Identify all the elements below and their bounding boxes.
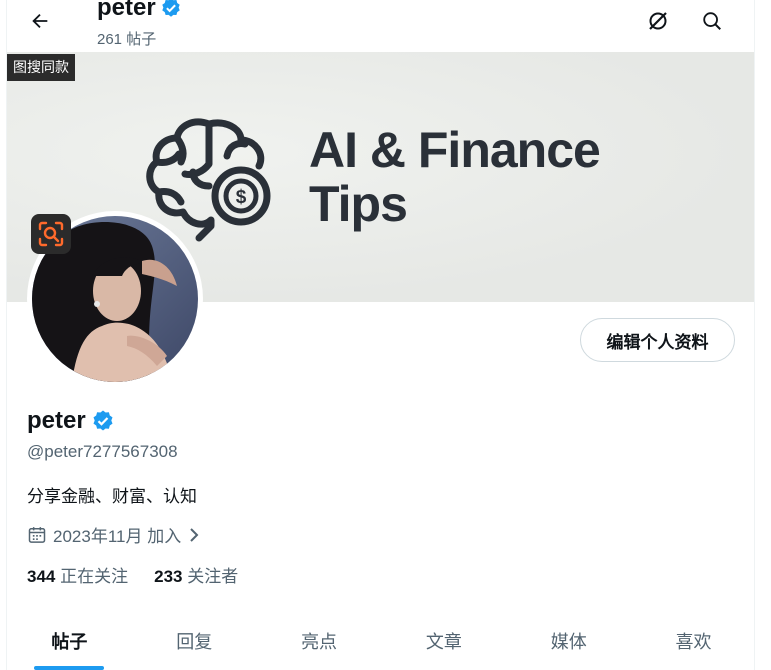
- arrow-left-icon: [32, 13, 48, 29]
- profile-bio: 分享金融、财富、认知: [27, 487, 197, 506]
- search-button[interactable]: [695, 4, 729, 38]
- followers-count: 233: [154, 567, 183, 586]
- banner-subtitle: Tips: [309, 176, 408, 232]
- svg-text:$: $: [236, 187, 247, 208]
- tab-articles[interactable]: 文章: [381, 610, 506, 670]
- tab-label: 文章: [425, 632, 462, 652]
- image-search-icon: [38, 221, 64, 247]
- joined-date[interactable]: 2023年11月 加入: [27, 522, 201, 547]
- header-name: peter: [97, 0, 156, 21]
- grok-icon: [649, 12, 667, 30]
- top-bar: peter 261 帖子: [7, 0, 754, 52]
- verified-badge-icon[interactable]: [91, 409, 115, 433]
- search-icon: [703, 12, 721, 30]
- chevron-right-icon: [190, 527, 199, 542]
- calendar-icon: [28, 526, 46, 543]
- banner-title: AI & Finance: [309, 122, 601, 178]
- following-count: 344: [27, 567, 56, 586]
- tab-label: 回复: [176, 632, 213, 652]
- profile-page: peter 261 帖子 $ AI & Finance Tips 图搜同款 编辑…: [6, 0, 755, 670]
- profile-handle: @peter7277567308: [27, 442, 178, 461]
- edit-profile-button[interactable]: 编辑个人资料: [580, 318, 735, 362]
- followers-label: 关注者: [187, 567, 239, 586]
- following-label: 正在关注: [60, 567, 129, 586]
- tab-media[interactable]: 媒体: [506, 610, 631, 670]
- tab-label: 帖子: [51, 632, 88, 652]
- profile-tabs: 帖子 回复 亮点 文章 媒体 喜欢: [7, 610, 754, 670]
- joined-label: 2023年11月 加入: [53, 527, 182, 546]
- image-search-badge[interactable]: 图搜同款: [7, 54, 75, 81]
- following-link[interactable]: 344 正在关注: [27, 562, 128, 587]
- followers-link[interactable]: 233 关注者: [154, 562, 238, 587]
- active-tab-indicator: [34, 666, 104, 670]
- tab-label: 喜欢: [675, 632, 712, 652]
- header-title: peter: [97, 0, 182, 22]
- follow-stats: 344 正在关注 233 关注者: [27, 562, 238, 587]
- back-button[interactable]: [24, 5, 56, 37]
- tab-posts[interactable]: 帖子: [7, 610, 132, 670]
- profile-name-row: peter: [27, 407, 115, 435]
- tab-replies[interactable]: 回复: [132, 610, 257, 670]
- tab-likes[interactable]: 喜欢: [631, 610, 754, 670]
- post-count: 261 帖子: [97, 31, 157, 48]
- profile-name: peter: [27, 407, 86, 434]
- tab-label: 媒体: [550, 632, 587, 652]
- tab-label: 亮点: [301, 632, 338, 652]
- grok-button[interactable]: [641, 4, 675, 38]
- verified-badge-icon: [161, 0, 180, 17]
- lens-search-button[interactable]: [31, 214, 71, 254]
- tab-highlights[interactable]: 亮点: [257, 610, 382, 670]
